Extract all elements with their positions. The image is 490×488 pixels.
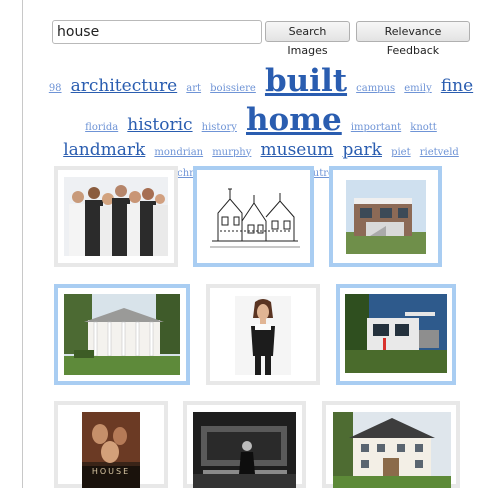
tag-link[interactable]: murphy <box>212 147 251 158</box>
result-thumb-6[interactable] <box>336 284 456 385</box>
tag-link[interactable]: history <box>202 122 237 133</box>
tag-link[interactable]: emily <box>404 83 431 94</box>
result-thumb-9[interactable] <box>322 401 460 488</box>
tag-link[interactable]: fine <box>441 76 473 96</box>
tag-link[interactable]: park <box>343 140 382 160</box>
result-thumb-3[interactable] <box>329 166 442 267</box>
woman-portrait-photo <box>235 296 291 375</box>
tag-link[interactable]: art <box>186 83 201 94</box>
poster-title: HOUSE <box>91 467 131 476</box>
result-thumb-1[interactable] <box>54 166 178 267</box>
relevance-feedback-button[interactable]: Relevance Feedback <box>356 21 470 57</box>
victorian-house-drawing <box>208 181 302 253</box>
result-thumb-4[interactable] <box>54 284 190 385</box>
modern-house-photo <box>346 180 426 254</box>
page-frame: Search Images Relevance Feedback 98 arch… <box>22 0 490 488</box>
tag-link[interactable]: mondrian <box>154 147 203 158</box>
large-white-house-photo <box>333 412 451 488</box>
tag-link[interactable]: boissiere <box>210 83 256 94</box>
tag-link[interactable]: campus <box>356 83 395 94</box>
tv-cast-group-photo <box>64 177 168 256</box>
tag-link[interactable]: piet <box>391 147 411 158</box>
search-input[interactable] <box>52 20 262 44</box>
colonial-house-photo <box>64 294 180 375</box>
man-on-bench-photo <box>193 412 296 488</box>
tag-link[interactable]: important <box>351 122 401 133</box>
tag-link[interactable]: built <box>265 63 347 99</box>
tag-link[interactable]: museum <box>261 140 334 160</box>
tag-link[interactable]: home <box>246 102 342 138</box>
search-images-button[interactable]: Search Images <box>265 21 350 57</box>
result-thumb-5[interactable] <box>206 284 320 385</box>
result-thumb-8[interactable] <box>183 401 306 488</box>
result-thumb-2[interactable] <box>193 166 314 267</box>
tag-cloud: 98 architecture art boissiere built camp… <box>41 62 481 181</box>
tag-link[interactable]: 98 <box>49 83 62 94</box>
tag-link[interactable]: architecture <box>71 76 178 96</box>
tag-link[interactable]: rietveld <box>420 147 459 158</box>
tag-link[interactable]: historic <box>127 115 192 135</box>
house-tv-poster: HOUSE <box>82 412 140 488</box>
rietveld-house-photo <box>345 294 447 373</box>
tag-link[interactable]: florida <box>85 122 118 133</box>
tag-link[interactable]: landmark <box>63 140 145 160</box>
tag-link[interactable]: knott <box>410 122 437 133</box>
result-thumb-7[interactable]: HOUSE <box>54 401 168 488</box>
